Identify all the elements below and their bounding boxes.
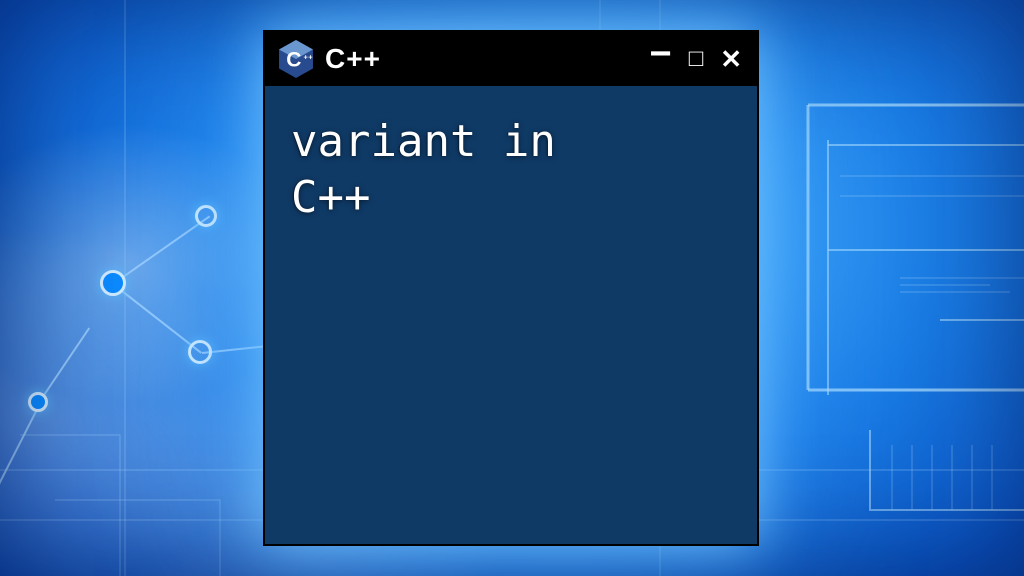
svg-text:+: +: [308, 53, 313, 62]
content-line-1: variant in: [291, 114, 731, 170]
close-button[interactable]: ✕: [720, 46, 743, 72]
svg-text:+: +: [303, 53, 308, 62]
svg-text:C: C: [286, 48, 302, 71]
content-line-2: C++: [291, 170, 731, 226]
titlebar[interactable]: C + + C++ − □ ✕: [265, 32, 757, 86]
window-title: C++: [325, 43, 381, 75]
window-body: variant in C++: [265, 86, 757, 544]
minimize-button[interactable]: −: [650, 35, 673, 73]
app-window: C + + C++ − □ ✕ variant in C++: [263, 30, 759, 546]
cpp-logo-icon: C + +: [279, 40, 313, 78]
maximize-button[interactable]: □: [689, 47, 705, 71]
